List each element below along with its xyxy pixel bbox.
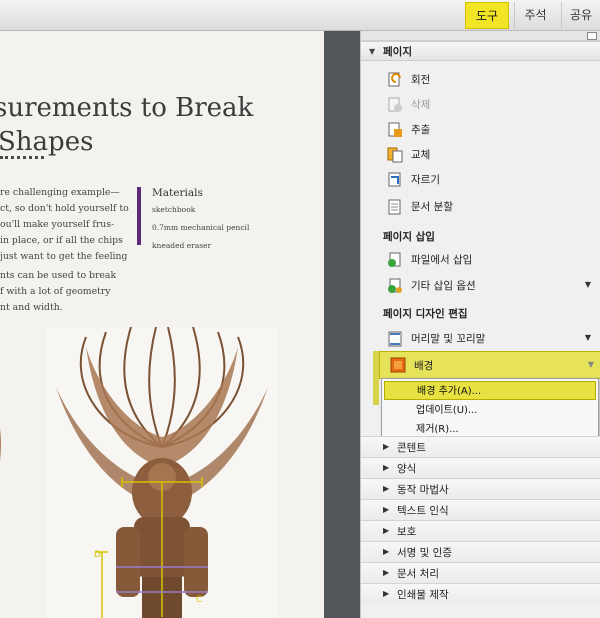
section-text-recognition[interactable]: ▶ 텍스트 인식: [361, 499, 600, 520]
tool-insert-from-file-label: 파일에서 삽입: [411, 254, 473, 266]
tool-background[interactable]: 배경 ▼: [379, 351, 600, 379]
materials-accent-bar: [137, 187, 141, 245]
section-document-processing[interactable]: ▶ 문서 처리: [361, 562, 600, 583]
crop-page-icon: [388, 172, 401, 187]
tab-comment[interactable]: 주석: [514, 2, 556, 29]
paragraph-1-line: in place, or if all the chips: [0, 235, 123, 246]
tool-extract[interactable]: 추출: [377, 119, 597, 141]
tool-replace[interactable]: 교체: [377, 144, 597, 166]
paragraph-1-line: ou'll make yourself frus-: [0, 219, 115, 230]
section-action-wizard[interactable]: ▶ 동작 마법사: [361, 478, 600, 499]
header-footer-icon: [388, 331, 402, 347]
tool-crop[interactable]: 자르기: [377, 169, 597, 191]
background-icon: [390, 357, 406, 373]
materials-item: kneaded eraser: [152, 241, 212, 250]
triangle-right-icon: ▶: [383, 568, 390, 577]
section-sign-certify-label: 서명 및 인증: [397, 547, 452, 559]
paragraph-1-line: ct, so don't hold yourself to: [0, 203, 129, 214]
menu-update-background[interactable]: 업데이트(U)...: [384, 401, 596, 420]
section-sign-certify[interactable]: ▶ 서명 및 인증: [361, 541, 600, 562]
triangle-right-icon: ▶: [383, 589, 390, 598]
section-content-label: 콘텐트: [397, 442, 426, 454]
tool-insert-from-file[interactable]: 파일에서 삽입: [377, 249, 597, 271]
document-viewport[interactable]: surements to Break Shapes re challenging…: [0, 31, 360, 618]
tool-delete[interactable]: 삭제: [377, 94, 597, 116]
panel-options-bar: [361, 31, 600, 41]
triangle-right-icon: ▶: [383, 547, 390, 556]
garuda-statue-image: D C: [56, 326, 268, 618]
page-heading-line1: surements to Break: [0, 93, 254, 123]
dropdown-arrow-icon: ▼: [587, 360, 594, 369]
tool-delete-label: 삭제: [411, 99, 431, 111]
triangle-right-icon: ▶: [383, 505, 390, 514]
tool-header-footer-label: 머리말 및 꼬리말: [411, 333, 486, 345]
section-page-header[interactable]: ▼ 페이지: [361, 41, 600, 61]
paragraph-1-line: re challenging example—: [0, 187, 120, 198]
paragraph-1-line: just want to get the feeling: [0, 251, 128, 262]
rotate-page-icon: [388, 72, 401, 87]
section-forms-label: 양식: [397, 463, 417, 475]
delete-page-icon: [388, 97, 402, 112]
replace-page-icon: [387, 147, 403, 163]
paragraph-2: nts can be used to break f with a lot of…: [0, 268, 117, 316]
section-document-processing-label: 문서 처리: [397, 568, 439, 580]
heading-dots-divider: [0, 156, 44, 159]
triangle-right-icon: ▶: [383, 463, 390, 472]
tool-header-footer[interactable]: 머리말 및 꼬리말 ▼: [377, 328, 597, 350]
tool-background-label: 배경: [414, 360, 434, 372]
tool-more-insert-options[interactable]: 기타 삽입 옵션 ▼: [377, 275, 597, 297]
paragraph-2-line: nts can be used to break: [0, 270, 117, 281]
menu-add-background[interactable]: 배경 추가(A)...: [384, 381, 596, 400]
measure-label-d: D: [94, 550, 101, 560]
tool-split-label: 문서 분할: [411, 201, 453, 213]
paragraph-2-line: f with a lot of geometry: [0, 286, 111, 297]
tool-more-insert-label: 기타 삽입 옵션: [411, 280, 476, 292]
section-print-production-label: 인쇄물 제작: [397, 589, 449, 601]
document-page: surements to Break Shapes re challenging…: [0, 31, 324, 618]
tool-split-document[interactable]: 문서 분할: [377, 196, 597, 218]
materials-item: 0.7mm mechanical pencil: [152, 223, 250, 232]
section-print-production[interactable]: ▶ 인쇄물 제작: [361, 583, 600, 604]
section-text-recognition-label: 텍스트 인식: [397, 505, 449, 517]
paragraph-1: re challenging example— ct, so don't hol…: [0, 185, 129, 265]
triangle-right-icon: ▶: [383, 484, 390, 493]
panel-options-icon[interactable]: [587, 32, 597, 40]
split-document-icon: [388, 199, 401, 215]
dropdown-arrow-icon: ▼: [584, 280, 591, 289]
insert-pages-label: 페이지 삽입: [383, 231, 435, 243]
tool-rotate[interactable]: 회전: [377, 69, 597, 91]
garuda-statue-photo: D C: [46, 326, 278, 618]
triangle-down-icon: ▼: [369, 47, 376, 56]
materials-item: sketchbook: [152, 205, 196, 214]
triangle-right-icon: ▶: [383, 526, 390, 535]
tool-rotate-label: 회전: [411, 74, 431, 86]
triangle-right-icon: ▶: [383, 442, 390, 451]
background-dropdown-menu: 배경 추가(A)... 업데이트(U)... 제거(R)...: [381, 378, 599, 440]
dropdown-arrow-icon: ▼: [584, 333, 591, 342]
tool-extract-label: 추출: [411, 124, 431, 136]
page-design-label: 페이지 디자인 편집: [383, 308, 468, 320]
materials-title: Materials: [152, 187, 203, 199]
extract-page-icon: [388, 122, 402, 137]
section-protection[interactable]: ▶ 보호: [361, 520, 600, 541]
top-toolbar: 도구 주석 공유: [0, 0, 600, 31]
more-insert-options-icon: [388, 278, 402, 293]
tab-share[interactable]: 공유: [561, 2, 600, 29]
insert-from-file-icon: [388, 252, 401, 267]
tools-panel: ▼ 페이지 회전 삭제 추출 교체 자르기 문서 분할 페이지 삽입 파일에서 …: [360, 31, 600, 618]
acrobat-window: 도구 주석 공유 surements to Break Shapes re ch…: [0, 0, 600, 618]
page-gap: [324, 31, 360, 618]
page-heading-line2: Shapes: [0, 127, 94, 157]
tool-replace-label: 교체: [411, 149, 431, 161]
section-action-wizard-label: 동작 마법사: [397, 484, 449, 496]
tab-tools[interactable]: 도구: [465, 2, 509, 29]
section-protection-label: 보호: [397, 526, 417, 538]
section-forms[interactable]: ▶ 양식: [361, 457, 600, 478]
measure-label-c: C: [196, 595, 202, 605]
tool-crop-label: 자르기: [411, 174, 440, 186]
section-content[interactable]: ▶ 콘텐트: [361, 436, 600, 457]
paragraph-2-line: nt and width.: [0, 302, 63, 313]
statue-photo-left-partial: [0, 428, 1, 461]
section-page-label: 페이지: [383, 46, 412, 58]
